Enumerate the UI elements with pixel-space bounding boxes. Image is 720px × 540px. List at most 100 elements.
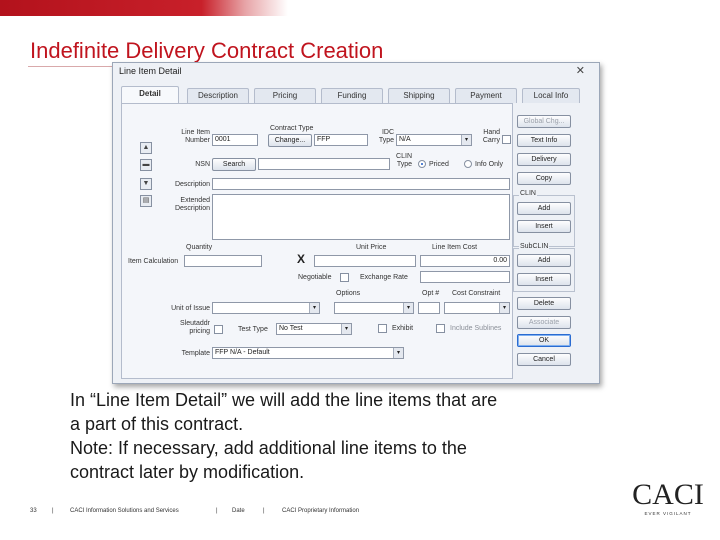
footer-date: Date <box>232 508 245 514</box>
unit-price-label: Unit Price <box>356 244 387 251</box>
subclin-insert-button[interactable]: Insert <box>517 273 571 286</box>
footer-company: CACI Information Solutions and Services <box>70 508 179 514</box>
logo-wordmark: CACI <box>632 478 704 511</box>
move-up-icon[interactable]: ▲ <box>140 142 152 154</box>
tab-payment[interactable]: Payment <box>455 88 517 103</box>
unit-of-issue-select[interactable]: ▾ <box>212 302 320 314</box>
line-item-cost-label: Line Item Cost <box>432 244 478 251</box>
description-field[interactable] <box>212 178 510 190</box>
exhibit-checkbox[interactable] <box>378 324 387 333</box>
test-type-label: Test Type <box>238 326 268 333</box>
test-type-value: No Test <box>279 325 303 332</box>
line-item-number-label: Line Item Number <box>181 129 210 144</box>
idc-type-value: N/A <box>399 136 411 143</box>
slide-title: Indefinite Delivery Contract Creation <box>30 38 384 63</box>
sieutaddr-pricing-label: Sleutaddr pricing <box>180 320 210 335</box>
unit-price-field[interactable] <box>314 255 416 267</box>
cost-constraint-label: Cost Constraint <box>452 290 501 297</box>
logo-tagline: EVER VIGILANT <box>644 511 692 516</box>
hand-carry-label: Hand Carry <box>482 129 500 144</box>
collapse-icon[interactable]: ▬ <box>140 159 152 171</box>
contract-type-label: Contract Type <box>270 125 314 132</box>
include-sublines-checkbox[interactable] <box>436 324 445 333</box>
chevron-down-icon: ▾ <box>403 303 413 313</box>
extended-description-field[interactable] <box>212 194 510 240</box>
move-down-icon[interactable]: ▼ <box>140 178 152 190</box>
sieutaddr-pricing-checkbox[interactable] <box>214 325 223 334</box>
clin-type-priced-label: Priced <box>429 161 449 168</box>
footer-separator: | <box>216 508 218 514</box>
idc-type-label: IDC Type <box>378 129 394 144</box>
nsn-label: NSN <box>195 161 210 168</box>
cost-constraint-select[interactable]: ▾ <box>444 302 510 314</box>
description-label: Description <box>174 181 210 188</box>
clin-type-label: CLIN Type <box>396 153 412 168</box>
ok-button[interactable]: OK <box>517 334 571 347</box>
exchange-rate-label: Exchange Rate <box>360 274 408 281</box>
template-label: Template <box>181 350 210 357</box>
clin-type-priced-radio[interactable] <box>418 160 426 168</box>
chevron-down-icon: ▾ <box>309 303 319 313</box>
tab-detail[interactable]: Detail <box>121 86 179 103</box>
caption-line: In “Line Item Detail” we will add the li… <box>70 390 498 410</box>
cancel-button[interactable]: Cancel <box>517 353 571 366</box>
line-item-cost-field[interactable]: 0.00 <box>420 255 510 267</box>
copy-button[interactable]: Copy <box>517 172 571 185</box>
item-calculation-label: Item Calculation <box>128 258 179 265</box>
close-icon[interactable]: ✕ <box>576 64 585 77</box>
template-select[interactable]: FFP N/A - Default ▾ <box>212 347 404 359</box>
option-number-label: Opt # <box>422 290 440 297</box>
delivery-button[interactable]: Delivery <box>517 153 571 166</box>
chevron-down-icon: ▾ <box>461 135 471 145</box>
line-item-number-field[interactable]: 0001 <box>212 134 258 146</box>
global-change-button[interactable]: Global Chg... <box>517 115 571 128</box>
associate-button[interactable]: Associate <box>517 316 571 329</box>
tab-funding[interactable]: Funding <box>321 88 383 103</box>
options-select[interactable]: ▾ <box>334 302 414 314</box>
caci-logo: CACI EVER VIGILANT <box>632 478 704 517</box>
text-info-button[interactable]: Text Info <box>517 134 571 147</box>
quantity-field[interactable] <box>184 255 262 267</box>
clin-type-info-label: Info Only <box>475 161 504 168</box>
negotiable-label: Negotiable <box>298 274 332 281</box>
footer-separator: | <box>52 508 54 514</box>
test-type-select[interactable]: No Test ▾ <box>276 323 352 335</box>
list-icon[interactable]: ▤ <box>140 195 152 207</box>
change-contract-type-button[interactable]: Change... <box>268 134 312 147</box>
caption-line: Note: If necessary, add additional line … <box>70 438 467 458</box>
footer-separator: | <box>263 508 265 514</box>
subclin-add-button[interactable]: Add <box>517 254 571 267</box>
dialog-title: Line Item Detail <box>119 66 182 76</box>
slide-caption: In “Line Item Detail” we will add the li… <box>70 388 660 484</box>
unit-of-issue-label: Unit of Issue <box>171 305 210 312</box>
line-item-detail-dialog: Line Item Detail ✕ Detail Description Pr… <box>112 62 600 384</box>
clin-type-info-radio[interactable] <box>464 160 472 168</box>
nsn-field[interactable] <box>258 158 390 170</box>
tab-shipping[interactable]: Shipping <box>388 88 450 103</box>
option-number-field[interactable] <box>418 302 440 314</box>
caption-line: contract later by modification. <box>70 462 305 482</box>
exchange-rate-field[interactable] <box>420 271 510 283</box>
chevron-down-icon: ▾ <box>341 324 351 334</box>
tab-pricing[interactable]: Pricing <box>254 88 316 103</box>
contract-type-field[interactable]: FFP <box>314 134 368 146</box>
tab-local-info[interactable]: Local Info <box>522 88 580 103</box>
include-sublines-label: Include Sublines <box>450 325 502 332</box>
exhibit-label: Exhibit <box>392 325 414 332</box>
clin-add-button[interactable]: Add <box>517 202 571 215</box>
negotiable-checkbox[interactable] <box>340 273 349 282</box>
delete-button[interactable]: Delete <box>517 297 571 310</box>
idc-type-select[interactable]: N/A ▾ <box>396 134 472 146</box>
footer-page-number: 33 <box>30 508 37 514</box>
hand-carry-checkbox[interactable] <box>502 135 511 144</box>
multiply-symbol: X <box>297 252 306 266</box>
nsn-search-button[interactable]: Search <box>212 158 256 171</box>
clin-insert-button[interactable]: Insert <box>517 220 571 233</box>
detail-panel: ▲ ▬ ▼ ▤ Line Item Number 0001 Contract T… <box>121 103 513 379</box>
caption-line: a part of this contract. <box>70 414 244 434</box>
subclin-group-label: SubCLIN <box>519 243 550 250</box>
quantity-label: Quantity <box>186 244 213 251</box>
clin-group-label: CLIN <box>519 190 537 197</box>
chevron-down-icon: ▾ <box>393 348 403 358</box>
tab-description[interactable]: Description <box>187 88 249 103</box>
